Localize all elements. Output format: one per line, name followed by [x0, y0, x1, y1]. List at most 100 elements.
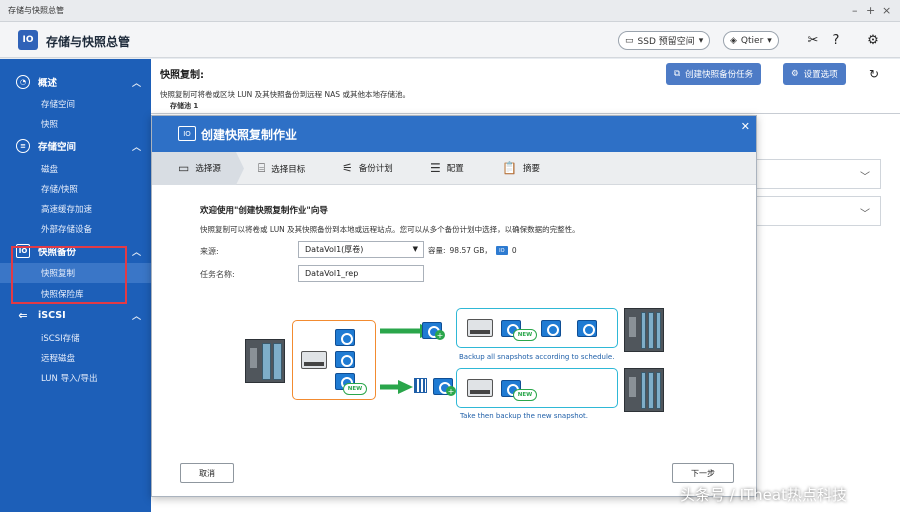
chevron-down-icon: ▼ [412, 245, 418, 253]
ssd-label: SSD 预留空间 [637, 37, 695, 47]
snapshot-icon [335, 329, 355, 346]
dialog-header: IO 创建快照复制作业 ✕ [152, 116, 756, 152]
taskname-input[interactable]: DataVol1_rep [298, 265, 424, 282]
iscsi-icon: ⇐ [18, 308, 28, 322]
chevron-up-icon: ︿ [131, 78, 141, 89]
close-icon[interactable]: ✕ [741, 120, 750, 133]
maximize-icon[interactable]: + [866, 4, 875, 17]
ssd-icon: ▭ [625, 35, 634, 46]
caption-new-backup: Take then backup the new snapshot. [460, 412, 588, 420]
chevron-down-icon: ﹀ [860, 209, 870, 220]
taskname-label: 任务名称: [200, 270, 235, 279]
step-summary: 📋 摘要 [502, 161, 540, 175]
snapshot-icon [335, 351, 355, 368]
welcome-heading: 欢迎使用"创建快照复制作业"向导 [200, 206, 328, 216]
arrow-right-icon [380, 380, 414, 394]
drive-icon: ▭ [178, 161, 190, 175]
chevron-up-icon: ︿ [131, 247, 141, 258]
sidebar-item-storage-space[interactable]: 存储空间 [0, 94, 151, 114]
new-badge: NEW [513, 389, 537, 401]
source-box: NEW [292, 320, 376, 400]
chevron-down-icon: ▾ [767, 35, 772, 46]
sidebar-item-remote-disk[interactable]: 远程磁盘 [0, 348, 151, 368]
source-select[interactable]: DataVol1(厚卷) ▼ [298, 241, 424, 258]
schedule-icon: ⚟ [342, 161, 353, 175]
pool-row[interactable]: ﹀ [757, 196, 881, 226]
snapshot-icon: ⧉ [674, 69, 681, 79]
gear-icon: ⚙ [791, 69, 799, 79]
page-title: 快照复制: [160, 70, 204, 81]
sidebar-section-iscsi[interactable]: ⇐ iSCSI ︿ [0, 305, 151, 325]
target-nas-icon [624, 368, 664, 412]
volume-icon [467, 379, 493, 397]
sidebar-item-cache[interactable]: 高速缓存加速 [0, 199, 151, 219]
step-config: ☰ 配置 [430, 161, 464, 175]
step-select-source: ▭ 选择源 [178, 161, 221, 175]
sidebar-item-disks[interactable]: 磁盘 [0, 159, 151, 179]
watermark: 头条号 / ITheat热点科技 [680, 486, 847, 504]
list-icon: ☰ [430, 161, 441, 175]
target-box-all: NEW [456, 308, 618, 348]
new-badge: NEW [513, 329, 537, 341]
database-icon: ⌸ [258, 161, 266, 175]
sidebar-item-iscsi-storage[interactable]: iSCSI存储 [0, 328, 151, 348]
create-backup-task-button[interactable]: ⧉ 创建快照备份任务 [666, 63, 762, 85]
ssd-reserve-button[interactable]: ▭ SSD 预留空间 ▾ [618, 31, 711, 50]
target-nas-icon [624, 308, 664, 352]
caption-scheduled-backup: Backup all snapshots according to schedu… [459, 353, 615, 361]
app-title: 存储与快照总管 [46, 35, 131, 49]
calendar-icon [414, 378, 427, 393]
sidebar-section-storage[interactable]: ≡ 存储空间 ︿ [0, 136, 151, 156]
create-replica-dialog: IO 创建快照复制作业 ✕ ▭ 选择源 ⌸ 选择目标 ⚟ 备份计划 ☰ 配置 📋 摘要 欢… [151, 115, 757, 497]
sidebar-item-snapshot[interactable]: 快照 [0, 114, 151, 134]
chevron-up-icon: ︿ [131, 142, 141, 153]
chevron-down-icon: ﹀ [860, 172, 870, 183]
window-title: 存储与快照总管 [8, 6, 64, 15]
add-icon: + [435, 330, 445, 340]
sidebar-item-external[interactable]: 外部存储设备 [0, 219, 151, 239]
step-schedule: ⚟ 备份计划 [342, 161, 393, 175]
sidebar-item-lun-import[interactable]: LUN 导入/导出 [0, 368, 151, 388]
target-box-new: NEW [456, 368, 618, 408]
next-button[interactable]: 下一步 [672, 463, 734, 483]
tab-storage-pool[interactable]: 存储池 1 [170, 101, 198, 111]
source-label: 来源: [200, 247, 219, 256]
dialog-title: 创建快照复制作业 [201, 128, 298, 142]
gear-icon[interactable]: ⚙ [864, 31, 882, 49]
help-icon[interactable]: ? [827, 31, 845, 49]
chevron-up-icon: ︿ [131, 311, 141, 322]
snapshot-icon: IO [495, 246, 508, 255]
app-header: IO 存储与快照总管 ▭ SSD 预留空间 ▾ ◈ Qtier ▾ ✂ ? ⚙ [0, 22, 900, 58]
minimize-icon[interactable]: – [852, 4, 858, 17]
database-icon: ≡ [16, 139, 30, 153]
snapshot-icon [577, 320, 597, 337]
pool-row[interactable]: ﹀ [757, 159, 881, 189]
volume-icon [467, 319, 493, 337]
source-nas-icon [245, 339, 285, 383]
close-window-icon[interactable]: × [882, 4, 891, 17]
qtier-icon: ◈ [730, 35, 737, 46]
snapshot-icon [541, 320, 561, 337]
highlight-box [11, 246, 127, 304]
chevron-down-icon: ▾ [698, 35, 704, 46]
sidebar-section-overview[interactable]: ◔ 概述 ︿ [0, 72, 151, 92]
new-badge: NEW [343, 383, 367, 395]
tab-strip [151, 99, 900, 114]
add-icon: + [446, 386, 456, 396]
qtier-label: Qtier [740, 35, 764, 46]
capacity-info: 容量: 98.57 GB， IO 0 [428, 246, 517, 255]
snapshot-icon: IO [178, 126, 196, 141]
gauge-icon: ◔ [16, 75, 30, 89]
volume-icon [301, 351, 327, 369]
sidebar-item-storage-snapshot[interactable]: 存储/快照 [0, 179, 151, 199]
refresh-icon[interactable]: ↻ [865, 65, 883, 83]
tools-icon[interactable]: ✂ [804, 31, 822, 49]
settings-button[interactable]: ⚙ 设置选项 [783, 63, 846, 85]
storage-app-icon: IO [18, 30, 38, 50]
cancel-button[interactable]: 取消 [180, 463, 234, 483]
step-select-target: ⌸ 选择目标 [258, 161, 306, 175]
window-titlebar: 存储与快照总管 [0, 0, 900, 22]
clipboard-icon: 📋 [502, 161, 517, 175]
wizard-steps: ▭ 选择源 ⌸ 选择目标 ⚟ 备份计划 ☰ 配置 📋 摘要 [152, 152, 756, 185]
qtier-button[interactable]: ◈ Qtier ▾ [723, 31, 779, 50]
